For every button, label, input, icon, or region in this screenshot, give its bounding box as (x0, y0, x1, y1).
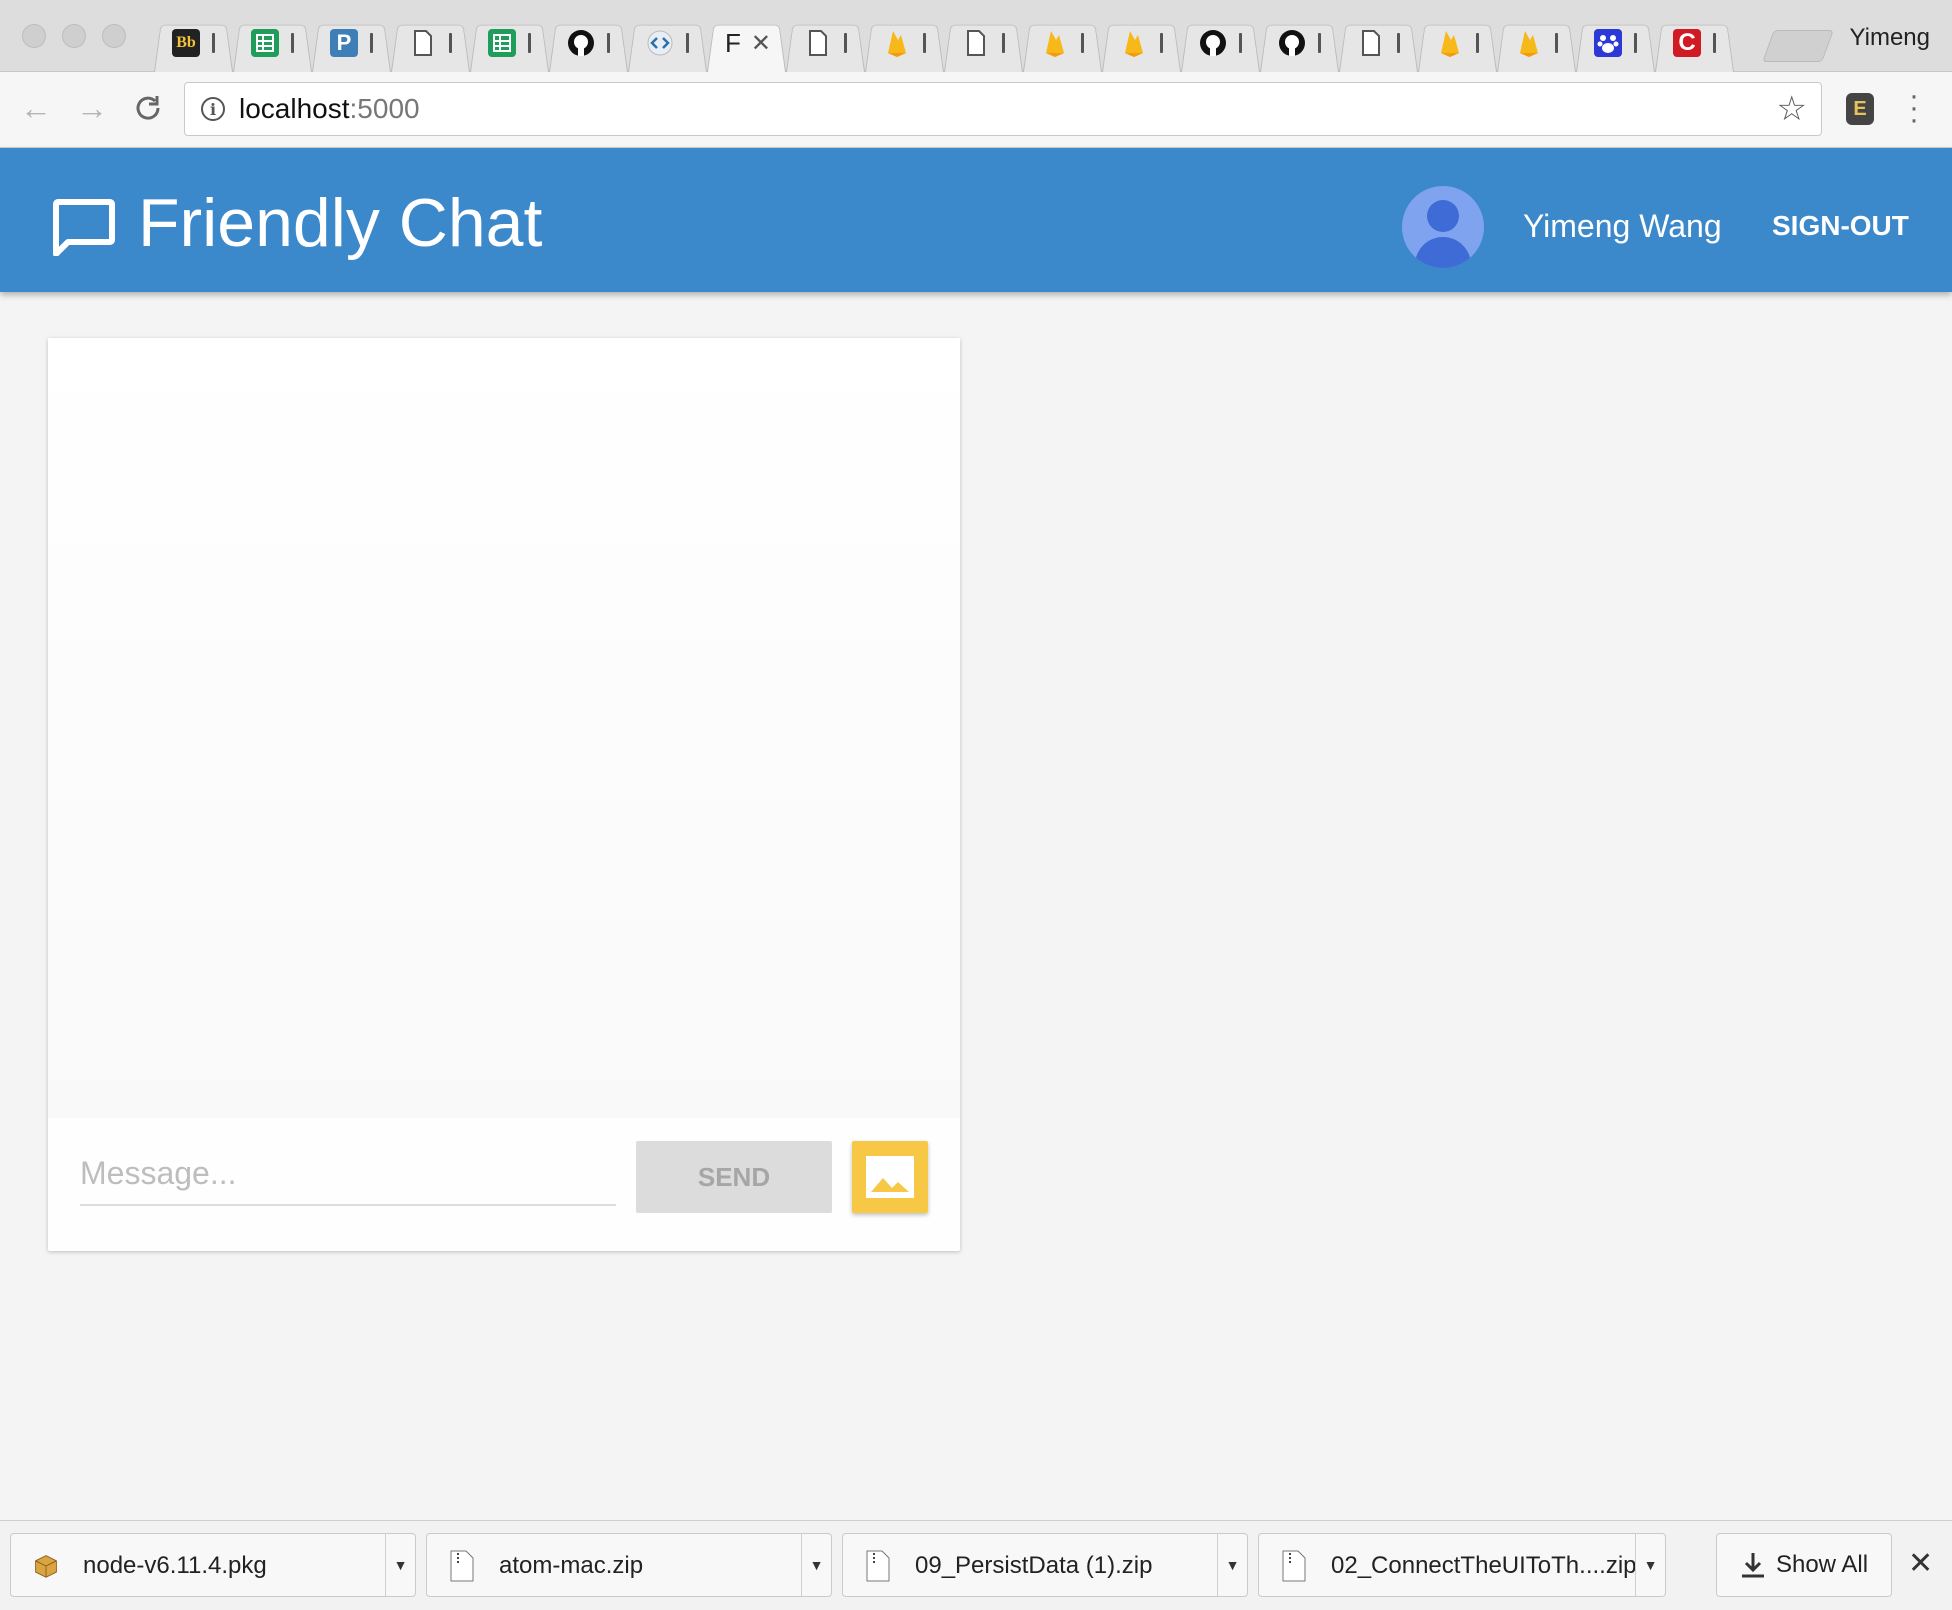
browser-tab[interactable] (1493, 14, 1572, 72)
document-icon (1357, 29, 1385, 57)
close-icon[interactable]: ✕ (751, 29, 771, 58)
info-icon[interactable]: i (201, 97, 225, 121)
sheets-icon (488, 29, 516, 57)
upload-image-button[interactable] (852, 1141, 928, 1213)
messages-card: SEND (48, 338, 960, 1251)
firebase-icon (1120, 29, 1148, 57)
chat-bubble-icon (53, 199, 115, 256)
url-text: localhost:5000 (239, 93, 420, 125)
download-item[interactable]: 02_ConnectTheUIToTh....zip ▼ (1258, 1533, 1666, 1597)
document-icon (409, 29, 437, 57)
avatar (1402, 186, 1484, 268)
browser-tab[interactable] (1414, 14, 1493, 72)
download-filename: 09_PersistData (1).zip (915, 1552, 1153, 1579)
download-item[interactable]: atom-mac.zip ▼ (426, 1533, 832, 1597)
download-filename: node-v6.11.4.pkg (83, 1552, 267, 1579)
github-icon (1199, 29, 1227, 57)
browser-tab[interactable] (466, 14, 545, 72)
baidu-paw-icon (1594, 29, 1622, 57)
back-arrow-icon[interactable]: ← (16, 88, 56, 128)
message-input[interactable] (80, 1142, 616, 1204)
image-icon (866, 1156, 914, 1198)
firebase-icon (1436, 29, 1464, 57)
browser-tab-strip: Bb P F ✕ C Yimeng (0, 0, 1952, 72)
download-menu-arrow[interactable]: ▼ (385, 1534, 415, 1596)
blackboard-icon: Bb (172, 29, 200, 57)
browser-tab[interactable]: C (1651, 14, 1730, 72)
browser-tab[interactable]: P (308, 14, 387, 72)
browser-toolbar: ← → i localhost:5000 ☆ E · · · (0, 72, 1952, 148)
download-menu-arrow[interactable]: ▼ (801, 1534, 831, 1596)
github-icon (1278, 29, 1306, 57)
document-icon (804, 29, 832, 57)
url-host: localhost (239, 93, 350, 124)
browser-tab[interactable] (387, 14, 466, 72)
forward-arrow-icon[interactable]: → (72, 88, 112, 128)
zip-file-icon (1282, 1550, 1306, 1582)
download-shelf: node-v6.11.4.pkg ▼ atom-mac.zip ▼ 09_Per… (0, 1520, 1952, 1610)
sheets-icon (251, 29, 279, 57)
message-field (80, 1142, 616, 1206)
document-icon (962, 29, 990, 57)
window-close-button[interactable] (22, 24, 46, 48)
download-menu-arrow[interactable]: ▼ (1217, 1534, 1247, 1596)
browser-tab[interactable] (1335, 14, 1414, 72)
browser-tab[interactable] (861, 14, 940, 72)
menu-dots-icon[interactable]: · · · (1904, 81, 1924, 135)
firebase-icon (1515, 29, 1543, 57)
browser-tab[interactable] (782, 14, 861, 72)
zip-file-icon (866, 1550, 890, 1582)
window-zoom-button[interactable] (102, 24, 126, 48)
download-filename: 02_ConnectTheUIToTh....zip (1331, 1552, 1637, 1579)
app-header: Friendly Chat Yimeng Wang SIGN-OUT (0, 148, 1952, 292)
package-icon (35, 1555, 57, 1578)
extension-icon[interactable]: E (1846, 93, 1874, 125)
window-minimize-button[interactable] (62, 24, 86, 48)
profile-name[interactable]: Yimeng (1850, 24, 1930, 52)
address-bar[interactable]: i localhost:5000 ☆ (184, 82, 1822, 136)
github-icon (567, 29, 595, 57)
browser-tab[interactable] (1098, 14, 1177, 72)
show-all-downloads-button[interactable]: Show All (1716, 1533, 1892, 1597)
browser-tab[interactable] (940, 14, 1019, 72)
download-arrow-icon (1741, 1553, 1764, 1578)
user-name: Yimeng Wang (1523, 208, 1722, 244)
code-icon (646, 29, 674, 57)
c-red-icon: C (1673, 29, 1701, 57)
browser-tab[interactable] (1572, 14, 1651, 72)
download-menu-arrow[interactable]: ▼ (1635, 1534, 1665, 1596)
browser-tab[interactable] (624, 14, 703, 72)
browser-tab-active[interactable]: F ✕ (703, 14, 782, 72)
app-title: Friendly Chat (138, 185, 543, 261)
active-tab-title: F (725, 27, 741, 58)
zip-file-icon (450, 1550, 474, 1582)
close-icon[interactable]: ✕ (1908, 1549, 1933, 1579)
new-tab-button[interactable] (1762, 30, 1834, 62)
download-filename: atom-mac.zip (499, 1552, 644, 1579)
browser-tab[interactable] (229, 14, 308, 72)
browser-tab[interactable] (1177, 14, 1256, 72)
download-item[interactable]: node-v6.11.4.pkg ▼ (10, 1533, 416, 1597)
firebase-icon (1041, 29, 1069, 57)
bookmark-star-icon[interactable]: ☆ (1777, 89, 1807, 129)
show-all-label: Show All (1775, 1551, 1869, 1578)
browser-tab[interactable]: Bb (150, 14, 229, 72)
firebase-icon (883, 29, 911, 57)
browser-tab[interactable] (1019, 14, 1098, 72)
browser-tab[interactable] (1256, 14, 1335, 72)
tab-list: Bb P F ✕ C (150, 14, 1730, 72)
browser-tab[interactable] (545, 14, 624, 72)
sign-out-button[interactable]: SIGN-OUT (1772, 210, 1909, 242)
send-button[interactable]: SEND (636, 1141, 832, 1213)
p-app-icon: P (330, 29, 358, 57)
download-item[interactable]: 09_PersistData (1).zip ▼ (842, 1533, 1248, 1597)
reload-icon[interactable] (128, 88, 168, 128)
messages-list (48, 338, 960, 1118)
url-port: :5000 (349, 93, 420, 124)
